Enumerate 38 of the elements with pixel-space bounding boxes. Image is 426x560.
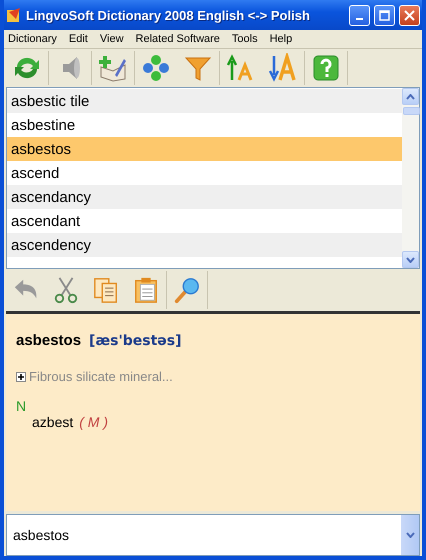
book-plus-icon (98, 53, 128, 83)
search-icon (173, 275, 201, 305)
four-dots-icon (141, 53, 171, 83)
arrow-down-letter-icon (268, 53, 298, 83)
transcription: [æs'bestəs] (89, 333, 182, 349)
copy-icon (92, 275, 120, 305)
headword: asbestos (16, 332, 82, 349)
expand-toggle[interactable] (16, 372, 26, 382)
translation: azbest (32, 414, 74, 430)
word-list-item[interactable]: ascendency (7, 233, 402, 257)
menu-item[interactable]: Edit (68, 33, 88, 45)
part-of-speech: N (16, 398, 28, 414)
scroll-down-button[interactable] (402, 251, 419, 268)
menu-item[interactable]: View (100, 33, 124, 45)
scroll-thumb[interactable] (403, 107, 420, 115)
word-list-item[interactable]: asbestos (7, 137, 402, 161)
minimize-icon (356, 18, 363, 20)
menu-item[interactable]: Help (270, 33, 292, 45)
menu-item[interactable]: Tools (232, 33, 258, 45)
chevron-up-icon (406, 94, 415, 100)
menu-item[interactable]: Related Software (136, 33, 220, 45)
word-list-item[interactable]: ascendancy (7, 185, 402, 209)
close-icon (404, 10, 415, 20)
chevron-down-icon (406, 256, 415, 262)
maximize-icon (379, 10, 390, 20)
word-list-item[interactable]: asbestic tile (7, 89, 402, 113)
app-icon (6, 7, 22, 23)
scissors-icon (52, 275, 80, 305)
window-title: LingvoSoft Dictionary 2008 English <-> Polish (26, 8, 311, 22)
maximize-button[interactable] (374, 4, 395, 26)
menu-item[interactable]: Dictionary (8, 33, 57, 45)
help-icon (311, 53, 341, 83)
clipboard-icon (132, 275, 160, 305)
definition-summary: Fibrous silicate mineral... (29, 369, 173, 384)
gender-label: ( M ) (79, 414, 108, 430)
close-button[interactable] (399, 4, 420, 26)
minimize-button[interactable] (349, 4, 370, 26)
scroll-up-button[interactable] (402, 88, 419, 105)
